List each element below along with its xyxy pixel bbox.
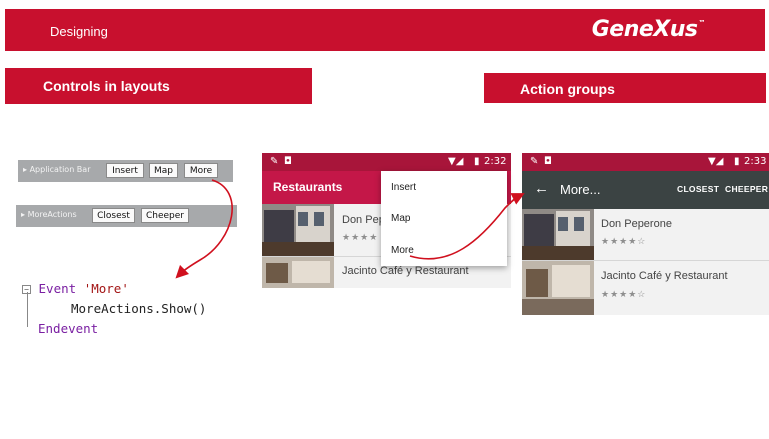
arrow-more-to-code xyxy=(175,179,233,279)
annotation-arrows xyxy=(175,179,525,279)
arrow-menu-to-phone xyxy=(409,193,525,260)
